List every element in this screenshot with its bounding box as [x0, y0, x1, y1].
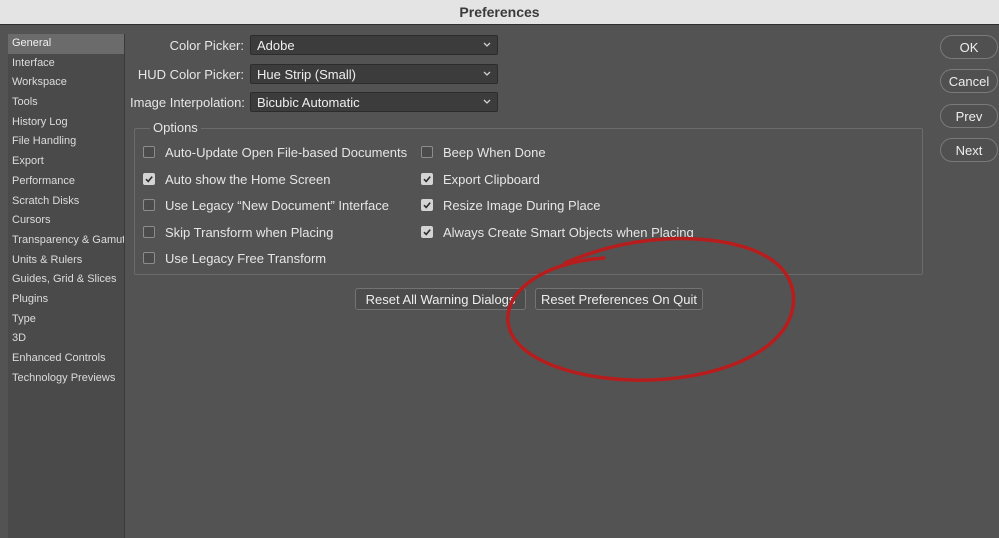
- sidebar-item-guides-grid-slices[interactable]: Guides, Grid & Slices: [8, 270, 124, 290]
- hud-color-picker-row: HUD Color Picker:: [130, 64, 250, 84]
- window-title: Preferences: [459, 4, 540, 20]
- sidebar-item-export[interactable]: Export: [8, 152, 124, 172]
- reset-warning-dialogs-button[interactable]: Reset All Warning Dialogs: [355, 288, 526, 310]
- option-smart-objects-placing[interactable]: Always Create Smart Objects when Placing: [421, 223, 694, 241]
- hud-color-picker-value: Hue Strip (Small): [257, 66, 356, 82]
- sidebar-item-performance[interactable]: Performance: [8, 172, 124, 192]
- checkbox[interactable]: [421, 146, 433, 158]
- checkbox[interactable]: [143, 146, 155, 158]
- window-titlebar: Preferences: [0, 0, 999, 25]
- checkbox[interactable]: [143, 226, 155, 238]
- color-picker-select[interactable]: Adobe: [250, 35, 498, 55]
- sidebar-item-plugins[interactable]: Plugins: [8, 290, 124, 310]
- checkbox-checked[interactable]: [421, 226, 433, 238]
- image-interpolation-row: Image Interpolation:: [130, 92, 250, 112]
- option-label: Skip Transform when Placing: [165, 224, 334, 240]
- ok-button[interactable]: OK: [940, 35, 998, 59]
- color-picker-value: Adobe: [257, 37, 295, 53]
- option-auto-show-home-screen[interactable]: Auto show the Home Screen: [143, 170, 330, 188]
- sidebar-item-scratch-disks[interactable]: Scratch Disks: [8, 192, 124, 212]
- prev-button[interactable]: Prev: [940, 104, 998, 128]
- option-label: Beep When Done: [443, 144, 546, 160]
- sidebar-item-enhanced-controls[interactable]: Enhanced Controls: [8, 349, 124, 369]
- preferences-sidebar: General Interface Workspace Tools Histor…: [8, 34, 125, 538]
- next-button[interactable]: Next: [940, 138, 998, 162]
- chevron-down-icon: [483, 71, 491, 76]
- hud-color-picker-select[interactable]: Hue Strip (Small): [250, 64, 498, 84]
- option-label: Auto show the Home Screen: [165, 171, 331, 187]
- checkbox[interactable]: [143, 252, 155, 264]
- sidebar-item-general[interactable]: General: [8, 34, 124, 54]
- checkmark-icon: [423, 202, 431, 209]
- sidebar-item-workspace[interactable]: Workspace: [8, 73, 124, 93]
- sidebar-item-file-handling[interactable]: File Handling: [8, 132, 124, 152]
- option-label: Use Legacy “New Document” Interface: [165, 197, 389, 213]
- options-title: Options: [150, 120, 201, 135]
- sidebar-item-transparency-gamut[interactable]: Transparency & Gamut: [8, 231, 124, 251]
- sidebar-item-tools[interactable]: Tools: [8, 93, 124, 113]
- option-skip-transform[interactable]: Skip Transform when Placing: [143, 223, 333, 241]
- checkmark-icon: [423, 229, 431, 236]
- chevron-down-icon: [483, 99, 491, 104]
- image-interpolation-value: Bicubic Automatic: [257, 94, 360, 110]
- reset-preferences-on-quit-button[interactable]: Reset Preferences On Quit: [535, 288, 703, 310]
- sidebar-item-type[interactable]: Type: [8, 310, 124, 330]
- cancel-button[interactable]: Cancel: [940, 69, 998, 93]
- option-legacy-free-transform[interactable]: Use Legacy Free Transform: [143, 249, 326, 267]
- option-export-clipboard[interactable]: Export Clipboard: [421, 170, 540, 188]
- sidebar-item-interface[interactable]: Interface: [8, 54, 124, 74]
- checkbox-checked[interactable]: [143, 173, 155, 185]
- image-interpolation-select[interactable]: Bicubic Automatic: [250, 92, 498, 112]
- color-picker-label: Color Picker:: [169, 37, 244, 53]
- checkbox[interactable]: [143, 199, 155, 211]
- hud-color-picker-label: HUD Color Picker:: [137, 66, 244, 82]
- option-label: Auto-Update Open File-based Documents: [165, 144, 408, 160]
- sidebar-item-technology-previews[interactable]: Technology Previews: [8, 369, 124, 389]
- option-label: Use Legacy Free Transform: [165, 250, 327, 266]
- sidebar-item-cursors[interactable]: Cursors: [8, 211, 124, 231]
- chevron-down-icon: [483, 42, 491, 47]
- image-interpolation-label: Image Interpolation:: [130, 94, 245, 110]
- option-legacy-new-document[interactable]: Use Legacy “New Document” Interface: [143, 196, 389, 214]
- option-beep-when-done[interactable]: Beep When Done: [421, 143, 546, 161]
- color-picker-row: Color Picker:: [130, 35, 250, 55]
- checkbox-checked[interactable]: [421, 173, 433, 185]
- sidebar-item-history-log[interactable]: History Log: [8, 113, 124, 133]
- checkbox-checked[interactable]: [421, 199, 433, 211]
- checkmark-icon: [145, 176, 153, 183]
- sidebar-item-units-rulers[interactable]: Units & Rulers: [8, 251, 124, 271]
- checkmark-icon: [423, 176, 431, 183]
- option-label: Export Clipboard: [443, 171, 540, 187]
- option-auto-update-documents[interactable]: Auto-Update Open File-based Documents: [143, 143, 407, 161]
- option-resize-image-during-place[interactable]: Resize Image During Place: [421, 196, 601, 214]
- option-label: Always Create Smart Objects when Placing: [443, 224, 694, 240]
- sidebar-item-3d[interactable]: 3D: [8, 329, 124, 349]
- option-label: Resize Image During Place: [443, 197, 601, 213]
